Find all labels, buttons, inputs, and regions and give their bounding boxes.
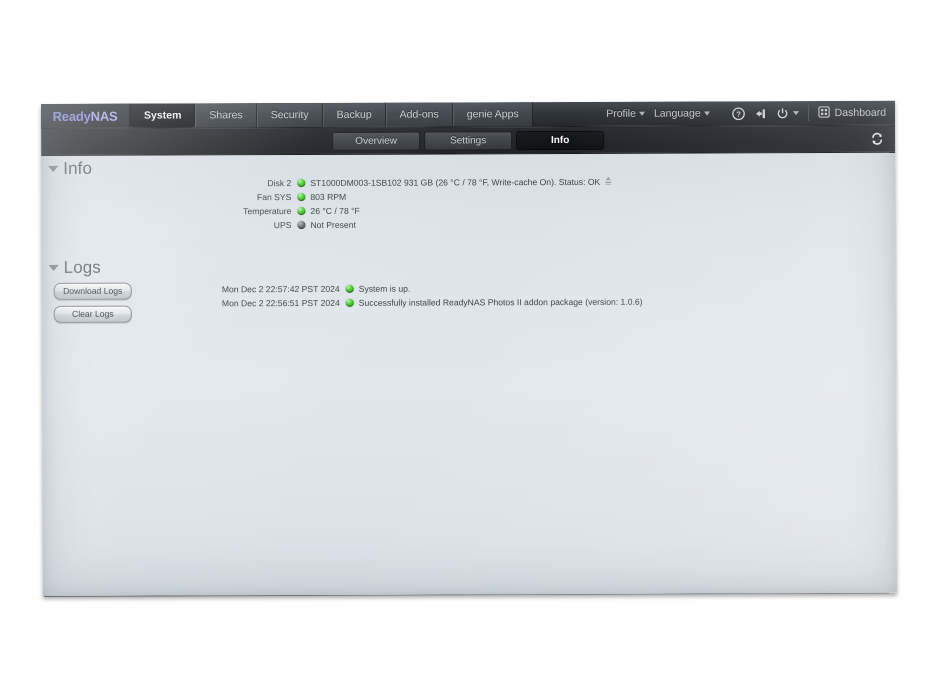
- log-entry-message: Successfully installed ReadyNAS Photos I…: [358, 296, 643, 308]
- status-led-green: [297, 192, 306, 201]
- status-led-gray: [297, 220, 306, 229]
- refresh-icon[interactable]: [868, 130, 885, 147]
- power-icon[interactable]: [776, 107, 789, 120]
- sub-tab-list: Overview Settings Info: [330, 130, 606, 151]
- info-label-disk2: Disk 2: [267, 177, 292, 188]
- profile-menu[interactable]: Profile: [606, 108, 645, 120]
- chevron-down-icon: [703, 111, 710, 116]
- chevron-down-icon: [638, 111, 645, 116]
- brand-text-nas: NAS: [90, 108, 118, 124]
- info-value-ups: Not Present: [310, 219, 356, 230]
- info-label-ups: UPS: [273, 219, 292, 230]
- chevron-down-icon[interactable]: [48, 165, 59, 172]
- download-logs-button[interactable]: Download Logs: [53, 282, 132, 300]
- language-menu[interactable]: Language: [653, 107, 710, 120]
- topbar-filler: [533, 102, 601, 126]
- main-content-area: Info Disk 2 ST1000DM003-1SB102 931 GB (2…: [41, 152, 897, 596]
- info-section: Info Disk 2 ST1000DM003-1SB102 931 GB (2…: [41, 153, 895, 232]
- info-label-temperature: Temperature: [243, 205, 292, 216]
- sub-tab-bar: Overview Settings Info: [41, 125, 896, 156]
- top-navigation-bar: Ready NAS System Shares Security Backup A…: [41, 100, 896, 129]
- log-entry-list: Mon Dec 2 22:57:42 PST 2024 System is up…: [222, 279, 643, 311]
- tab-backup[interactable]: Backup: [322, 102, 386, 127]
- readynas-logo: Ready NAS: [41, 103, 131, 128]
- info-label-fan-sys: Fan SYS: [256, 191, 292, 202]
- info-row-list: Disk 2 ST1000DM003-1SB102 931 GB (26 °C …: [41, 174, 895, 232]
- log-entry-timestamp: Mon Dec 2 22:57:42 PST 2024: [221, 283, 340, 294]
- clear-logs-button[interactable]: Clear Logs: [53, 305, 132, 323]
- chevron-down-icon[interactable]: [48, 264, 59, 271]
- brand-text-ready: Ready: [52, 108, 91, 124]
- main-tab-list: System Shares Security Backup Add-ons ge…: [129, 102, 533, 128]
- tab-system[interactable]: System: [129, 103, 196, 128]
- log-entry-timestamp: Mon Dec 2 22:56:51 PST 2024: [221, 297, 340, 308]
- status-led-green: [345, 298, 354, 307]
- subtab-overview[interactable]: Overview: [332, 131, 421, 151]
- logout-icon[interactable]: [754, 107, 767, 120]
- svg-text:?: ?: [736, 109, 741, 118]
- language-menu-label: Language: [653, 107, 701, 120]
- subtab-settings[interactable]: Settings: [424, 130, 513, 151]
- info-value-fan-sys: 803 RPM: [310, 191, 347, 202]
- chevron-down-icon[interactable]: [792, 111, 799, 116]
- logs-section: Logs Download Logs Clear Logs Mon Dec 2 …: [42, 252, 896, 323]
- topbar-right-controls: Profile Language ? Dashboard: [600, 101, 895, 126]
- status-led-green: [297, 178, 306, 187]
- photograph-stage: Ready NAS System Shares Security Backup A…: [0, 0, 933, 700]
- log-entry-message: System is up.: [358, 283, 411, 294]
- profile-menu-label: Profile: [606, 107, 636, 120]
- status-led-green: [297, 206, 306, 215]
- info-value-temperature: 26 °C / 78 °F: [310, 205, 360, 216]
- logs-body: Download Logs Clear Logs Mon Dec 2 22:57…: [42, 278, 896, 323]
- logs-button-group: Download Logs Clear Logs: [42, 280, 222, 323]
- tab-add-ons[interactable]: Add-ons: [385, 102, 453, 127]
- tab-genie-apps[interactable]: genie Apps: [452, 102, 533, 127]
- log-entry: Mon Dec 2 22:56:51 PST 2024 Successfully…: [222, 295, 643, 310]
- dashboard-button[interactable]: Dashboard: [807, 104, 887, 122]
- info-section-title: Info: [63, 158, 93, 178]
- readynas-admin-screen: Ready NAS System Shares Security Backup A…: [41, 100, 897, 596]
- info-value-disk2: ST1000DM003-1SB102 931 GB (26 °C / 78 °F…: [310, 176, 601, 188]
- logs-section-title: Logs: [63, 257, 101, 277]
- disk-eject-icon[interactable]: [604, 175, 612, 187]
- tab-shares[interactable]: Shares: [195, 103, 257, 128]
- status-led-green: [345, 284, 354, 293]
- subtab-info[interactable]: Info: [516, 130, 605, 150]
- grid-icon: [818, 105, 830, 120]
- dashboard-label: Dashboard: [834, 106, 887, 119]
- tab-security[interactable]: Security: [256, 102, 323, 128]
- logs-section-header[interactable]: Logs: [42, 252, 896, 281]
- help-circle-icon[interactable]: ?: [731, 106, 745, 120]
- log-entry: Mon Dec 2 22:57:42 PST 2024 System is up…: [222, 281, 643, 296]
